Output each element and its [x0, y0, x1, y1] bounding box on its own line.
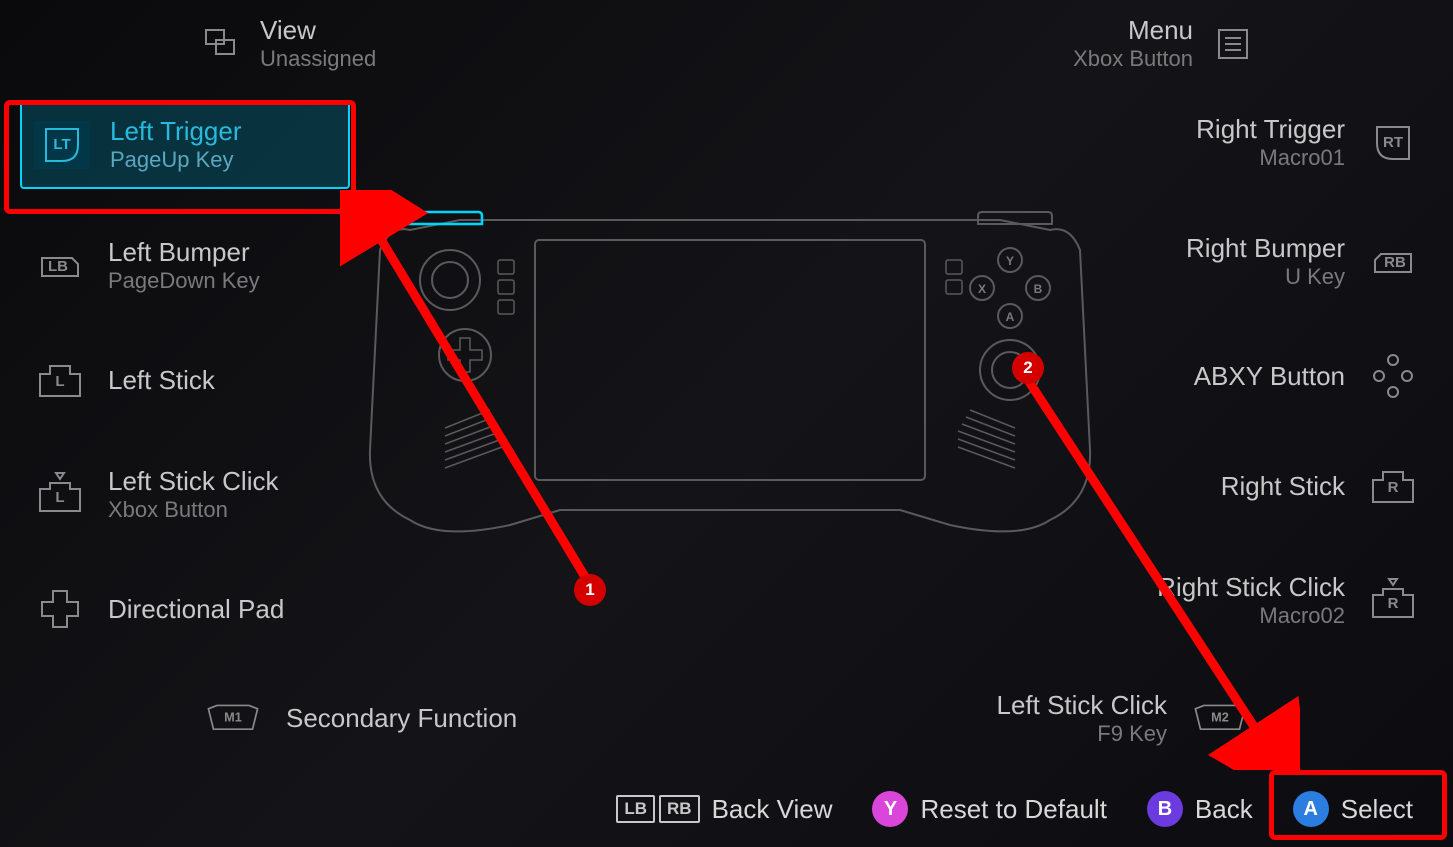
lb-icon: LB — [32, 242, 88, 290]
lb-assignment: PageDown Key — [108, 268, 260, 294]
rb-assignment: U Key — [1186, 264, 1345, 290]
lb-label: Left Bumper — [108, 237, 260, 268]
back-label: Back — [1195, 794, 1253, 825]
svg-text:B: B — [1034, 282, 1043, 296]
lt-label: Left Trigger — [110, 116, 242, 147]
ls-label: Left Stick — [108, 365, 215, 396]
svg-text:R: R — [1388, 595, 1399, 612]
right-bumper-button[interactable]: RB Right Bumper U Key — [1103, 219, 1433, 304]
rt-icon: RT — [1365, 119, 1421, 167]
svg-text:X: X — [978, 282, 986, 296]
lbrb-icon: LB RB — [616, 795, 699, 823]
ls-icon: L — [32, 356, 88, 404]
svg-text:A: A — [1006, 310, 1015, 324]
reset-action[interactable]: Y Reset to Default — [872, 791, 1106, 827]
annotation-marker-1: 1 — [574, 574, 606, 606]
a-badge-icon: A — [1293, 791, 1329, 827]
rs-icon: R — [1365, 462, 1421, 510]
b-badge-icon: B — [1147, 791, 1183, 827]
right-stick-click-button[interactable]: R Right Stick Click Macro02 — [1103, 558, 1433, 643]
rsc-assignment: Macro02 — [1157, 603, 1345, 629]
rt-label: Right Trigger — [1196, 114, 1345, 145]
device-illustration: Y X B A — [360, 210, 1100, 550]
m1-icon: M1 — [200, 695, 266, 743]
lt-icon: LT — [34, 121, 90, 169]
m2-icon: M2 — [1187, 695, 1253, 743]
reset-label: Reset to Default — [920, 794, 1106, 825]
svg-text:L: L — [55, 489, 64, 506]
dpad-label: Directional Pad — [108, 594, 284, 625]
abxy-button[interactable]: ABXY Button — [1103, 338, 1433, 414]
svg-text:LB: LB — [48, 258, 68, 275]
lsc-assignment: Xbox Button — [108, 497, 279, 523]
m2-assignment: F9 Key — [997, 721, 1168, 747]
abxy-label: ABXY Button — [1194, 361, 1345, 392]
dpad-icon — [32, 585, 88, 633]
svg-text:Y: Y — [1006, 254, 1014, 268]
lsc-label: Left Stick Click — [108, 466, 279, 497]
lsc-icon: L — [32, 471, 88, 519]
left-bumper-button[interactable]: LB Left Bumper PageDown Key — [20, 223, 350, 308]
svg-text:RT: RT — [1383, 134, 1403, 151]
svg-text:L: L — [55, 373, 64, 390]
svg-text:RB: RB — [1384, 254, 1406, 271]
rsc-icon: R — [1365, 577, 1421, 625]
view-button[interactable]: View Unassigned — [200, 15, 376, 72]
y-badge-icon: Y — [872, 791, 908, 827]
rs-label: Right Stick — [1221, 471, 1345, 502]
abxy-icon — [1365, 352, 1421, 400]
m1-label: Secondary Function — [286, 703, 517, 734]
lt-assignment: PageUp Key — [110, 147, 242, 173]
svg-text:M2: M2 — [1211, 709, 1229, 724]
svg-text:M1: M1 — [224, 709, 242, 724]
menu-button[interactable]: Menu Xbox Button — [1073, 15, 1253, 72]
bottom-row: M1 Secondary Function M2 Left Stick Clic… — [0, 690, 1453, 747]
footer-bar: LB RB Back View Y Reset to Default B Bac… — [616, 791, 1413, 827]
rb-label: Right Bumper — [1186, 233, 1345, 264]
menu-label: Menu — [1073, 15, 1193, 46]
view-icon — [200, 24, 240, 64]
select-label: Select — [1341, 794, 1413, 825]
rb-icon: RB — [1365, 238, 1421, 286]
left-stick-button[interactable]: L Left Stick — [20, 342, 350, 418]
rsc-label: Right Stick Click — [1157, 572, 1345, 603]
svg-text:R: R — [1388, 479, 1399, 496]
view-assignment: Unassigned — [260, 46, 376, 72]
m2-button[interactable]: M2 Left Stick Click F9 Key — [997, 690, 1254, 747]
back-action[interactable]: B Back — [1147, 791, 1253, 827]
view-label: View — [260, 15, 376, 46]
menu-assignment: Xbox Button — [1073, 46, 1193, 72]
back-view-action[interactable]: LB RB Back View — [616, 794, 832, 825]
left-trigger-button[interactable]: LT Left Trigger PageUp Key — [20, 100, 350, 189]
right-trigger-button[interactable]: RT Right Trigger Macro01 — [1103, 100, 1433, 185]
menu-icon — [1213, 24, 1253, 64]
svg-text:LT: LT — [53, 136, 70, 153]
directional-pad-button[interactable]: Directional Pad — [20, 571, 350, 647]
m1-button[interactable]: M1 Secondary Function — [200, 690, 517, 747]
top-row: View Unassigned Menu Xbox Button — [0, 15, 1453, 72]
left-column: LT Left Trigger PageUp Key LB Left Bumpe… — [20, 100, 350, 681]
rt-assignment: Macro01 — [1196, 145, 1345, 171]
m2-label: Left Stick Click — [997, 690, 1168, 721]
select-action[interactable]: A Select — [1293, 791, 1413, 827]
right-stick-button[interactable]: R Right Stick — [1103, 448, 1433, 524]
right-column: RT Right Trigger Macro01 RB Right Bumper… — [1103, 100, 1433, 677]
left-stick-click-button[interactable]: L Left Stick Click Xbox Button — [20, 452, 350, 537]
back-view-label: Back View — [712, 794, 833, 825]
